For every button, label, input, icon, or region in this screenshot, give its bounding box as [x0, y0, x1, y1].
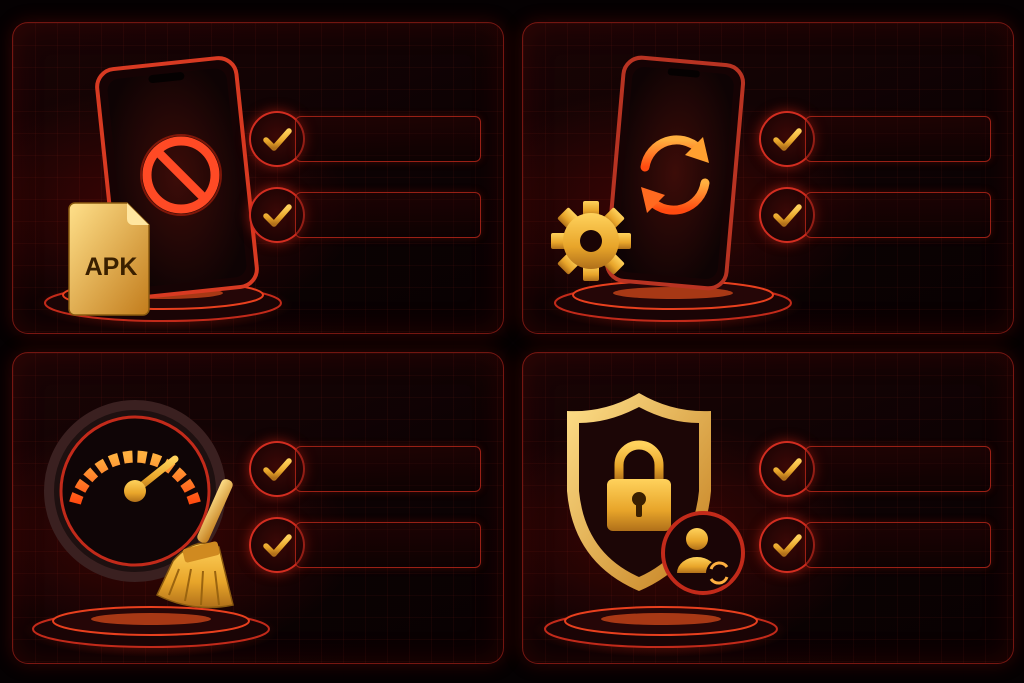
apk-file-icon: APK — [68, 202, 150, 316]
checklist-row — [759, 441, 991, 497]
panel-account-security — [522, 352, 1014, 664]
checklist-bar — [805, 446, 991, 492]
gear-icon — [551, 201, 631, 281]
checklist-bar — [295, 446, 481, 492]
checklist-bar — [805, 116, 991, 162]
pedestal-icon — [533, 605, 789, 657]
checklist-row — [249, 517, 481, 573]
panel-phone-update — [522, 22, 1014, 334]
checklist-bar — [295, 192, 481, 238]
checklist-row — [759, 517, 991, 573]
checklist-bar — [805, 192, 991, 238]
checklist-row — [249, 111, 481, 167]
panel-speed-clean — [12, 352, 504, 664]
apk-label: APK — [85, 253, 138, 281]
checklist-bar — [805, 522, 991, 568]
pedestal-icon — [23, 605, 279, 657]
phone-icon — [604, 55, 746, 291]
checklist-row — [759, 111, 991, 167]
checklist-row — [249, 441, 481, 497]
checklist-bar — [295, 116, 481, 162]
checklist-row — [249, 187, 481, 243]
checklist-row — [759, 187, 991, 243]
user-sync-icon — [661, 511, 745, 595]
checklist-bar — [295, 522, 481, 568]
panel-apk-blocked: APK — [12, 22, 504, 334]
